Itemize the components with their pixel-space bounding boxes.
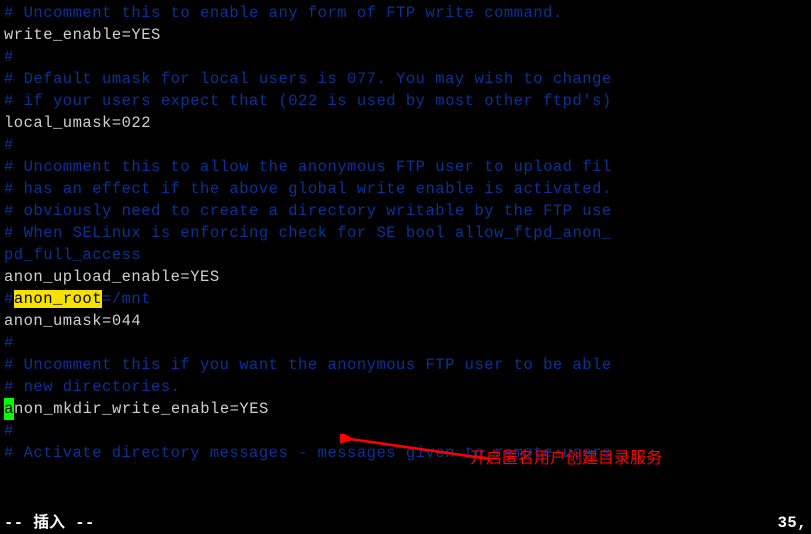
text-segment: anon_umask=044 [4, 312, 141, 330]
text-segment: =/mnt [102, 290, 151, 308]
editor-line[interactable]: # Default umask for local users is 077. … [4, 68, 807, 90]
editor-line[interactable]: # When SELinux is enforcing check for SE… [4, 222, 807, 244]
editor-line[interactable]: # Uncomment this if you want the anonymo… [4, 354, 807, 376]
text-segment: # [4, 290, 14, 308]
editor-line[interactable]: anon_mkdir_write_enable=YES [4, 398, 807, 420]
text-segment: anon_upload_enable=YES [4, 268, 220, 286]
vim-status-bar: -- 插入 -- 35, [0, 512, 811, 534]
vim-editor[interactable]: # Uncomment this to enable any form of F… [0, 0, 811, 466]
editor-line[interactable]: write_enable=YES [4, 24, 807, 46]
text-segment: non_mkdir_write_enable=YES [14, 400, 269, 418]
search-highlight: anon_root [14, 290, 102, 308]
text-segment: # new directories. [4, 378, 180, 396]
editor-line[interactable]: # [4, 420, 807, 442]
text-segment: # [4, 136, 14, 154]
text-segment: # if your users expect that (022 is used… [4, 92, 612, 110]
editor-line[interactable]: pd_full_access [4, 244, 807, 266]
text-segment: # [4, 48, 14, 66]
editor-line[interactable]: local_umask=022 [4, 112, 807, 134]
editor-line[interactable]: anon_umask=044 [4, 310, 807, 332]
text-segment: # Uncomment this to allow the anonymous … [4, 158, 612, 176]
text-segment: # [4, 422, 14, 440]
text-segment: local_umask=022 [4, 114, 151, 132]
vim-mode-indicator: -- 插入 -- [4, 512, 95, 534]
text-segment: # Uncomment this if you want the anonymo… [4, 356, 612, 374]
text-segment: # obviously need to create a directory w… [4, 202, 612, 220]
text-segment: # When SELinux is enforcing check for SE… [4, 224, 612, 242]
editor-line[interactable]: anon_upload_enable=YES [4, 266, 807, 288]
editor-line[interactable]: # Activate directory messages - messages… [4, 442, 807, 464]
vim-cursor-position: 35, [778, 512, 807, 534]
text-segment: # Default umask for local users is 077. … [4, 70, 612, 88]
editor-line[interactable]: # has an effect if the above global writ… [4, 178, 807, 200]
editor-line[interactable]: # Uncomment this to enable any form of F… [4, 2, 807, 24]
annotation-label: 开启匿名用户创建目录服务 [470, 448, 662, 470]
text-segment: # Uncomment this to enable any form of F… [4, 4, 563, 22]
editor-line[interactable]: #anon_root=/mnt [4, 288, 807, 310]
text-segment: pd_full_access [4, 246, 141, 264]
cursor: a [4, 398, 14, 420]
editor-line[interactable]: # Uncomment this to allow the anonymous … [4, 156, 807, 178]
editor-line[interactable]: # new directories. [4, 376, 807, 398]
editor-line[interactable]: # if your users expect that (022 is used… [4, 90, 807, 112]
editor-line[interactable]: # [4, 134, 807, 156]
editor-line[interactable]: # [4, 46, 807, 68]
editor-line[interactable]: # obviously need to create a directory w… [4, 200, 807, 222]
text-segment: # has an effect if the above global writ… [4, 180, 612, 198]
text-segment: # [4, 334, 14, 352]
text-segment: write_enable=YES [4, 26, 161, 44]
editor-line[interactable]: # [4, 332, 807, 354]
